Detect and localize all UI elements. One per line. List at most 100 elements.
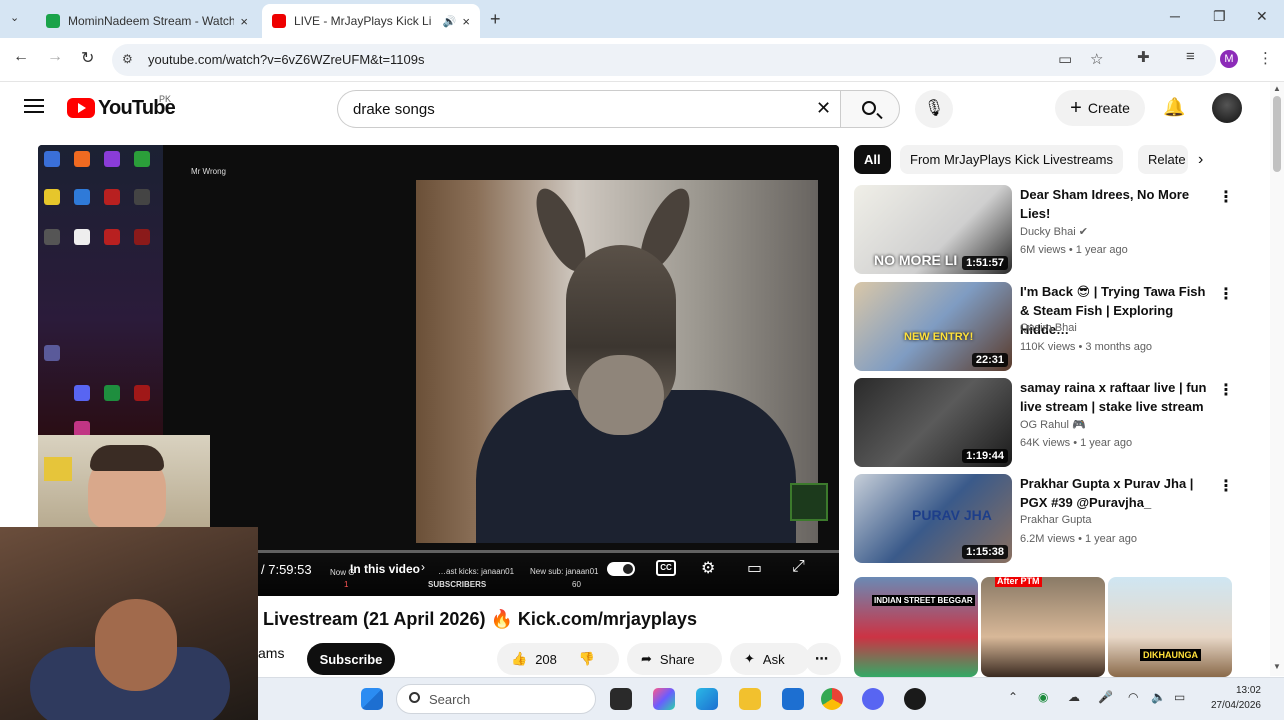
chip-all[interactable]: All [854, 145, 891, 174]
bookmark-star-icon[interactable]: ☆ [1090, 50, 1103, 68]
more-options-icon[interactable]: ⋮ [1218, 187, 1234, 207]
discord-icon[interactable] [862, 688, 884, 710]
recommendation-item[interactable]: PURAV JHA 1:15:38 Prakhar Gupta x Purav … [854, 474, 1234, 564]
search-button[interactable] [840, 90, 900, 128]
forward-arrow-icon[interactable]: → [47, 48, 63, 66]
tab-search-chevron-icon[interactable]: ⌄ [10, 11, 26, 27]
install-app-icon[interactable]: ▭ [1058, 50, 1072, 68]
obs-icon[interactable] [904, 688, 926, 710]
chip-related[interactable]: Relate [1138, 145, 1188, 174]
chip-from-channel[interactable]: From MrJayPlays Kick Livestreams [900, 145, 1123, 174]
more-options-icon[interactable]: ⋮ [1218, 284, 1234, 304]
thumbs-down-icon[interactable]: 👎 [579, 651, 595, 667]
minimize-button[interactable]: ─ [1170, 8, 1180, 24]
extensions-icon[interactable]: ✚ [1137, 48, 1150, 66]
audio-playing-icon[interactable]: 🔊 [443, 15, 457, 28]
thumbs-up-icon[interactable]: 👍 [511, 651, 527, 667]
chevron-right-icon[interactable]: › [421, 560, 425, 574]
task-view-icon[interactable] [610, 688, 632, 710]
tray-overflow-chevron-icon[interactable]: ⌃ [1008, 690, 1018, 704]
video-thumbnail[interactable]: NEW ENTRY! 22:31 [854, 282, 1012, 371]
more-actions-button[interactable]: ⋯ [805, 643, 841, 675]
close-window-button[interactable]: ✕ [1256, 8, 1268, 25]
in-this-video-button[interactable]: In this video [350, 562, 420, 576]
fullscreen-icon[interactable]: ⤢ [792, 558, 805, 576]
search-query[interactable]: drake songs [353, 101, 435, 118]
voice-search-mic-icon[interactable]: 🎙 [915, 90, 953, 128]
channel-name[interactable]: Prakhar Gupta [1020, 514, 1092, 526]
volume-icon[interactable]: 🔈 [1151, 690, 1166, 704]
video-thumbnail[interactable]: NO MORE LI 1:51:57 [854, 185, 1012, 274]
page-scrollbar[interactable]: ▲ ▼ [1270, 82, 1284, 676]
recommendation-item[interactable]: NEW ENTRY! 22:31 I'm Back 😎 | Trying Taw… [854, 282, 1234, 372]
theater-mode-icon[interactable]: ▭ [747, 558, 762, 578]
new-tab-button[interactable]: + [490, 9, 501, 30]
address-bar[interactable]: ⚙ youtube.com/watch?v=6vZ6WZreUFM&t=1109… [112, 44, 1216, 76]
scroll-down-arrow-icon[interactable]: ▼ [1273, 662, 1281, 671]
recommendation-item[interactable]: 1:19:44 samay raina x raftaar live | fun… [854, 378, 1234, 468]
store-icon[interactable] [782, 688, 804, 710]
chips-next-chevron-icon[interactable]: › [1198, 151, 1203, 169]
more-options-icon[interactable]: ⋮ [1218, 476, 1234, 496]
account-avatar[interactable] [1212, 93, 1242, 123]
system-clock[interactable]: 13:02 27/04/2026 [1203, 683, 1261, 713]
file-explorer-icon[interactable] [739, 688, 761, 710]
tray-app-icon[interactable]: ◉ [1038, 690, 1048, 704]
video-title[interactable]: Prakhar Gupta x Purav Jha | PGX #39 @Pur… [1020, 474, 1210, 512]
autoplay-toggle[interactable] [607, 562, 635, 576]
donkey-muzzle [578, 355, 664, 435]
channel-name[interactable]: OG Rahul 🎮 [1020, 418, 1086, 431]
browser-menu-icon[interactable]: ⋮ [1258, 49, 1273, 67]
tab-mominnadeem[interactable]: MominNadeem Stream - Watch × [36, 4, 258, 38]
guide-menu-icon[interactable] [24, 99, 44, 113]
streamer-desktop-icons [38, 145, 163, 437]
create-button[interactable]: + Create [1055, 90, 1145, 126]
short-thumbnail[interactable]: INDIAN STREET BEGGAR [854, 577, 978, 677]
tray-cloud-icon[interactable]: ☁ [1068, 690, 1080, 704]
battery-icon[interactable]: ▭ [1174, 690, 1185, 704]
video-thumbnail[interactable]: 1:19:44 [854, 378, 1012, 467]
edge-icon[interactable] [696, 688, 718, 710]
settings-gear-icon[interactable]: ⚙ [701, 558, 715, 578]
chrome-icon[interactable] [821, 688, 843, 710]
clear-search-icon[interactable]: ✕ [816, 98, 831, 119]
scrollbar-thumb[interactable] [1273, 96, 1281, 172]
subscribe-button[interactable]: Subscribe [307, 643, 395, 675]
short-caption: INDIAN STREET BEGGAR [872, 595, 975, 606]
tab-live-mrjayplays[interactable]: LIVE - MrJayPlays Kick Li 🔊 × [262, 4, 480, 38]
video-thumbnail[interactable]: PURAV JHA 1:15:38 [854, 474, 1012, 563]
more-options-icon[interactable]: ⋮ [1218, 380, 1234, 400]
site-info-icon[interactable]: ⚙ [122, 52, 133, 66]
video-meta: 110K views • 3 months ago [1020, 341, 1153, 353]
like-dislike-button[interactable]: 👍 208 👎 [497, 643, 619, 675]
share-button[interactable]: ➦ Share [627, 643, 722, 675]
channel-name[interactable]: ams [258, 645, 284, 661]
media-controls-icon[interactable]: ≡ [1186, 48, 1195, 65]
channel-name[interactable]: Ducky Bhai ✔ [1020, 225, 1088, 238]
wifi-icon[interactable]: ◠ [1128, 690, 1138, 704]
scroll-up-arrow-icon[interactable]: ▲ [1273, 84, 1281, 93]
tab-close-icon[interactable]: × [462, 14, 470, 29]
search-input[interactable]: drake songs ✕ [337, 90, 840, 128]
copilot-icon[interactable] [653, 688, 675, 710]
profile-avatar[interactable]: M [1220, 50, 1238, 68]
back-arrow-icon[interactable]: ← [13, 48, 29, 66]
captions-icon[interactable]: CC [656, 560, 676, 576]
video-title[interactable]: samay raina x raftaar live | fun live st… [1020, 378, 1210, 416]
reload-icon[interactable]: ↻ [81, 48, 94, 68]
recommendation-item[interactable]: NO MORE LI 1:51:57 Dear Sham Idrees, No … [854, 185, 1234, 275]
ask-button[interactable]: ✦ Ask [730, 643, 810, 675]
video-title[interactable]: Dear Sham Idrees, No More Lies! [1020, 185, 1210, 223]
short-thumbnail[interactable]: DIKHAUNGA [1108, 577, 1232, 677]
tab-close-icon[interactable]: × [240, 14, 248, 29]
microphone-icon[interactable]: 🎤 [1098, 690, 1113, 704]
maximize-button[interactable]: ❐ [1213, 8, 1226, 25]
windows-start-icon[interactable] [361, 688, 383, 710]
url-text[interactable]: youtube.com/watch?v=6vZ6WZreUFM&t=1109s [148, 52, 425, 67]
duration-badge: 1:19:44 [962, 449, 1008, 463]
channel-name[interactable]: Qasim Bhai [1020, 322, 1077, 334]
youtube-logo-icon[interactable] [67, 98, 95, 118]
short-thumbnail[interactable]: After PTM [981, 577, 1105, 677]
notifications-bell-icon[interactable]: 🔔 [1163, 97, 1185, 118]
taskbar-search-box[interactable]: Search [396, 684, 596, 714]
